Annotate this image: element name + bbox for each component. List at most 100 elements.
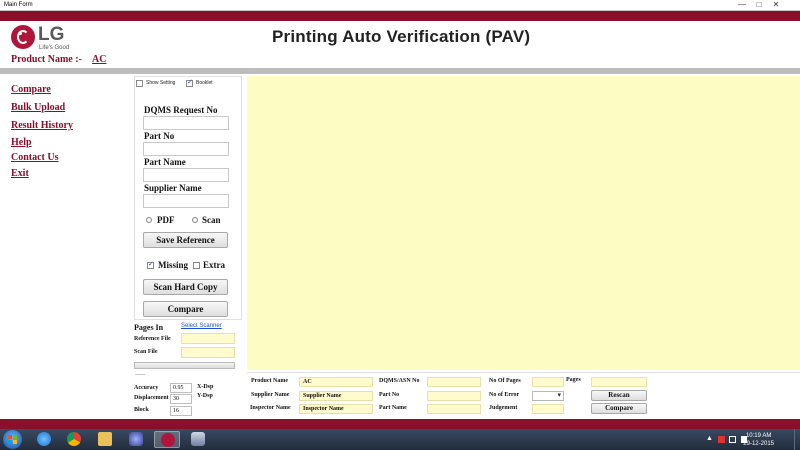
block-label: Block	[134, 407, 149, 413]
pav-app-icon[interactable]	[154, 431, 180, 448]
pdf-radio-label: PDF	[157, 215, 175, 225]
scan-file-label: Scan File	[134, 349, 158, 355]
nav-exit[interactable]: Exit	[11, 168, 29, 179]
result-form: Product Name AC Supplier Name Supplier N…	[247, 372, 800, 418]
bf-part-no-field	[427, 391, 481, 401]
compare-button[interactable]: Compare	[143, 301, 228, 317]
separator-dashes: -----	[135, 372, 145, 378]
bf-judgement-label: Judgement	[489, 405, 518, 411]
chrome-icon[interactable]	[61, 431, 87, 448]
accuracy-label: Accuracy	[134, 385, 159, 391]
bf-judgement-field	[532, 404, 564, 414]
window-title: Main Form	[4, 2, 33, 8]
select-scanner-link[interactable]: Select Scanner	[181, 323, 222, 329]
maximize-icon[interactable]: □	[752, 0, 766, 11]
dqms-request-input[interactable]	[143, 116, 229, 130]
pdf-radio[interactable]	[146, 217, 152, 223]
show-desktop-button[interactable]	[794, 429, 800, 450]
bf-compare-button[interactable]: Compare	[591, 403, 647, 414]
reference-file-field	[181, 333, 235, 344]
bf-product-name-field: AC	[299, 377, 373, 387]
nav-compare[interactable]: Compare	[11, 84, 51, 95]
supplier-name-input[interactable]	[143, 194, 229, 208]
booklet-label: Booklet	[196, 80, 213, 86]
bf-dqms-label: DQMS/ASN No	[379, 378, 420, 384]
scan-radio[interactable]	[192, 217, 198, 223]
page-title: Printing Auto Verification (PAV)	[272, 27, 531, 46]
show-setting-checkbox[interactable]	[136, 80, 143, 87]
scan-radio-label: Scan	[202, 215, 221, 225]
booklet-checkbox[interactable]	[186, 78, 193, 87]
block-input[interactable]: 16	[170, 406, 192, 416]
part-name-label: Part Name	[144, 157, 186, 167]
rescan-button[interactable]: Rescan	[591, 390, 647, 401]
bf-product-name-label: Product Name	[251, 378, 289, 384]
network-icon[interactable]	[729, 436, 736, 443]
progress-bar	[134, 362, 235, 369]
displacement-label: Displacement	[134, 395, 169, 401]
bf-no-of-pages-label: No Of Pages	[489, 378, 521, 384]
top-brand-band	[0, 11, 800, 21]
product-name-label: Product Name :-	[11, 54, 82, 65]
network-app-icon[interactable]	[123, 431, 149, 448]
bf-inspector-name-label: Inspector Name	[250, 405, 291, 411]
scan-file-field	[181, 347, 235, 358]
logo-text: LG	[38, 24, 65, 45]
nav-contact-us[interactable]: Contact Us	[11, 152, 59, 163]
bf-dqms-field	[427, 377, 481, 387]
clock-time: 10:19 AM	[745, 433, 772, 439]
nav-result-history[interactable]: Result History	[11, 120, 73, 131]
bf-part-name-label: Part Name	[379, 405, 407, 411]
close-icon[interactable]: ✕	[769, 0, 783, 11]
file-explorer-icon[interactable]	[92, 431, 118, 448]
part-no-label: Part No	[144, 131, 175, 141]
app-window-icon[interactable]	[185, 431, 211, 448]
missing-label: Missing	[158, 260, 189, 270]
extra-label: Extra	[203, 260, 225, 270]
bf-part-no-label: Part No	[379, 392, 400, 398]
accuracy-input[interactable]: 0.95	[170, 383, 192, 393]
bf-inspector-name-field: Inspector Name	[299, 404, 373, 414]
reference-file-label: Reference File	[134, 336, 171, 342]
nav-bulk-upload[interactable]: Bulk Upload	[11, 102, 65, 113]
bf-no-of-error-select[interactable]	[532, 391, 564, 401]
scan-hard-copy-button[interactable]: Scan Hard Copy	[143, 279, 228, 295]
logo-tagline: Life's Good	[39, 45, 70, 51]
save-reference-button[interactable]: Save Reference	[143, 232, 228, 248]
internet-explorer-icon[interactable]	[31, 431, 57, 448]
app-header: LG Life's Good Product Name :- AC Printi…	[0, 21, 800, 68]
bf-no-of-error-label: No of Error	[489, 392, 520, 398]
document-viewer[interactable]	[247, 76, 800, 370]
action-center-flag-icon[interactable]	[718, 436, 725, 443]
windows-start-icon[interactable]	[3, 430, 22, 449]
header-separator	[0, 68, 800, 74]
minimize-icon[interactable]: —	[735, 0, 749, 11]
lg-logo-icon	[11, 25, 35, 49]
product-name-value: AC	[92, 54, 107, 65]
nav-help[interactable]: Help	[11, 137, 32, 148]
control-panel: Show Setting Booklet DQMS Request No Par…	[134, 76, 242, 320]
show-setting-label: Show Setting	[146, 80, 176, 86]
x-dsp-label: X-Dsp	[197, 384, 214, 390]
bottom-brand-band	[0, 419, 800, 429]
part-name-input[interactable]	[143, 168, 229, 182]
taskbar-clock[interactable]: 10:19 AM 29-12-2015	[743, 432, 774, 448]
pages-in-label: Pages In	[134, 323, 164, 332]
displacement-input[interactable]: 30	[170, 394, 192, 404]
window-title-bar: Main Form — □ ✕	[0, 0, 800, 11]
bf-supplier-name-label: Supplier Name	[251, 392, 290, 398]
bf-supplier-name-field: Supplier Name	[299, 391, 373, 401]
bf-part-name-field	[427, 404, 481, 414]
missing-checkbox[interactable]	[147, 260, 154, 269]
bf-pages-field	[591, 377, 647, 387]
clock-date: 29-12-2015	[743, 441, 774, 447]
dqms-request-label: DQMS Request No	[144, 105, 218, 115]
bf-no-of-pages-field	[532, 377, 564, 387]
bf-pages-label: Pages	[566, 377, 581, 383]
extra-checkbox[interactable]	[193, 262, 200, 269]
y-dsp-label: Y-Dsp	[197, 393, 213, 399]
part-no-input[interactable]	[143, 142, 229, 156]
supplier-name-label: Supplier Name	[144, 183, 202, 193]
taskbar: ▲ 10:19 AM 29-12-2015	[0, 429, 800, 450]
tray-show-hidden-icon[interactable]: ▲	[706, 435, 713, 442]
